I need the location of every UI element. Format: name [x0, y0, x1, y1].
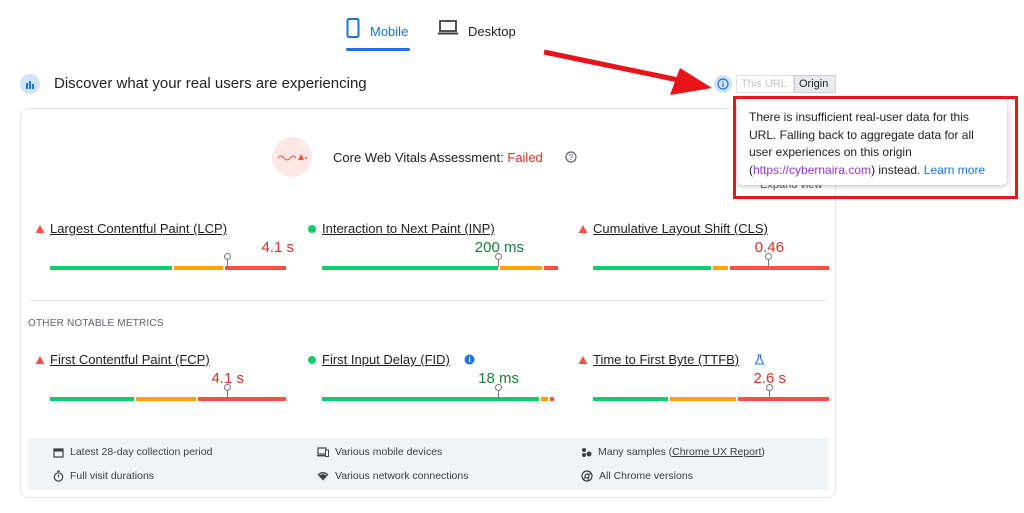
toggle-origin[interactable]: Origin — [794, 75, 836, 93]
metric-fcp-link[interactable]: First Contentful Paint (FCP) — [50, 352, 210, 367]
footer-period-text: Latest 28-day collection period — [70, 446, 213, 458]
metric-lcp-link[interactable]: Largest Contentful Paint (LCP) — [50, 221, 227, 236]
chrome-ux-report-link[interactable]: Chrome UX Report — [672, 446, 761, 458]
section-divider — [28, 300, 828, 301]
footer-devices-text: Various mobile devices — [335, 446, 443, 458]
poor-triangle-icon — [35, 356, 45, 364]
metric-fid-value: 18 ms — [478, 370, 519, 387]
devices-icon — [317, 446, 329, 457]
metric-lcp-marker — [224, 253, 231, 267]
metric-ttfb-value: 2.6 s — [753, 370, 786, 387]
info-filled-icon[interactable] — [464, 354, 475, 365]
tab-desktop[interactable]: Desktop — [438, 18, 516, 52]
footer-versions: All Chrome versions — [581, 470, 693, 482]
section-title: Discover what your real users are experi… — [54, 75, 367, 92]
tab-mobile-label: Mobile — [370, 24, 409, 39]
metric-fid-link[interactable]: First Input Delay (FID) — [322, 352, 450, 367]
footer-versions-text: All Chrome versions — [599, 470, 693, 482]
metric-cls-distribution — [593, 266, 829, 270]
footer-durations-text: Full visit durations — [70, 470, 155, 482]
info-icon[interactable] — [714, 75, 732, 93]
metric-ttfb-marker — [766, 384, 773, 398]
metric-cls-value: 0.46 — [754, 239, 784, 256]
annotation-arrow-icon — [543, 49, 712, 95]
metric-fid-marker — [495, 384, 502, 398]
cwv-assessment: Core Web Vitals Assessment: Failed — [333, 150, 543, 165]
metric-cls-marker — [765, 253, 772, 267]
good-circle-icon — [308, 356, 316, 364]
metric-cls-link[interactable]: Cumulative Layout Shift (CLS) — [593, 221, 768, 236]
footer-period: Latest 28-day collection period — [53, 446, 212, 458]
help-icon[interactable]: ? — [565, 151, 577, 163]
tab-active-indicator — [346, 48, 410, 51]
lab-flask-icon — [754, 354, 765, 365]
footer-samples: Many samples (Chrome UX Report) — [581, 446, 765, 458]
desktop-icon — [438, 20, 458, 35]
metric-inp-marker — [495, 253, 502, 267]
samples-dots-icon — [582, 447, 592, 457]
poor-triangle-icon — [578, 225, 588, 233]
footer-durations: Full visit durations — [53, 470, 154, 482]
footer-devices: Various mobile devices — [317, 446, 442, 458]
mobile-icon — [346, 18, 360, 38]
stopwatch-icon — [53, 470, 64, 482]
metric-lcp-distribution — [50, 266, 286, 270]
metric-inp-distribution — [322, 266, 558, 270]
tab-mobile[interactable]: Mobile — [346, 18, 408, 52]
metric-inp-value: 200 ms — [474, 239, 524, 256]
footer-network-text: Various network connections — [335, 470, 469, 482]
footer-samples-text: Many samples (Chrome UX Report) — [598, 446, 765, 458]
users-icon — [20, 74, 40, 94]
metric-inp-link[interactable]: Interaction to Next Paint (INP) — [322, 221, 495, 236]
cwv-assessment-label: Core Web Vitals Assessment: — [333, 150, 508, 165]
metric-ttfb-distribution — [593, 397, 829, 401]
metric-lcp-value: 4.1 s — [261, 239, 294, 256]
toggle-this-url[interactable]: This URL — [736, 75, 794, 93]
calendar-icon — [53, 447, 64, 458]
cwv-failed-logo-icon — [272, 137, 312, 177]
chrome-icon — [581, 470, 593, 482]
svg-text:?: ? — [569, 153, 574, 162]
other-metrics-heading: OTHER NOTABLE METRICS — [28, 318, 164, 329]
metric-fcp-marker — [224, 384, 231, 398]
annotation-highlight-box — [733, 96, 1018, 199]
poor-triangle-icon — [35, 225, 45, 233]
metric-fid-distribution — [322, 397, 558, 401]
good-circle-icon — [308, 225, 316, 233]
tab-desktop-label: Desktop — [468, 24, 516, 39]
metric-fcp-distribution — [50, 397, 286, 401]
cwv-status: Failed — [507, 150, 543, 165]
poor-triangle-icon — [578, 356, 588, 364]
metric-ttfb-link[interactable]: Time to First Byte (TTFB) — [593, 352, 739, 367]
footer-samples-prefix: Many samples ( — [598, 446, 673, 458]
footer-samples-suffix: ) — [761, 446, 765, 458]
footer-network: Various network connections — [317, 470, 468, 482]
wifi-icon — [317, 472, 329, 481]
metric-fcp-value: 4.1 s — [211, 370, 244, 387]
